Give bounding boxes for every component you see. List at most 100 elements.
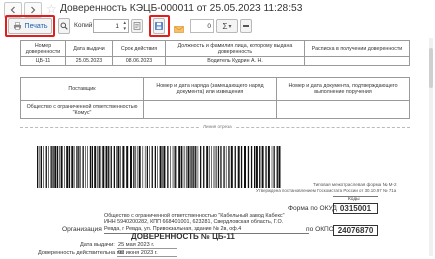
barcode-bar [225,146,227,188]
barcode-bar [91,146,93,188]
barcode-bar [50,146,52,188]
org-line-3: Ревда, г Ревда, ул. Привокзальная, здани… [104,225,242,232]
barcode-bar [173,146,175,188]
barcode-bar [122,146,125,188]
col-valid-until: Срок действия [112,40,166,57]
barcode-bar [68,146,71,188]
barcode-bar [191,146,193,188]
barcode-bar [237,146,240,188]
barcode-bar [267,146,270,188]
mail-icon[interactable] [174,21,184,33]
barcode-bar [113,146,115,188]
sum-button[interactable]: Σ ▾ [216,19,238,33]
barcode-bar [60,146,63,188]
barcode-bar [259,146,261,188]
barcode-bar [89,146,92,188]
barcode-bar [261,146,264,188]
valid-underline [117,256,177,257]
search-button[interactable] [58,18,70,34]
barcode-bar [278,146,281,188]
barcode-bar [190,146,191,188]
cell-confirm-doc [276,100,410,119]
barcode-bar [234,146,236,188]
barcode-bar [162,146,163,188]
document-button[interactable] [131,19,143,33]
barcode-bar [80,146,81,188]
scrollbar-thumb[interactable] [429,48,433,88]
print-highlight [5,15,55,37]
cell-issue-date: 25.05.2023 [65,56,113,66]
barcode-bar [138,146,141,188]
barcode-bar [133,146,135,188]
barcode-bar [40,146,42,188]
barcode-bar [48,146,49,188]
cut-line-label: Линия отреза [201,124,234,129]
barcode-bar [195,146,197,188]
issue-label: Дата выдачи: [80,242,115,248]
barcode-bar [149,146,150,188]
barcode-bar [244,146,246,188]
barcode-bar [193,146,195,188]
star-icon[interactable]: ☆ [46,3,57,15]
barcode-bar [120,146,121,188]
window-title: Доверенность КЭЦБ-000011 от 25.05.2023 1… [60,3,303,14]
barcode-bar [276,146,278,188]
barcode-bar [130,146,132,188]
barcode-bar [255,146,258,188]
receipt-table: Номер доверенности Дата выдачи Срок дейс… [20,40,410,66]
barcode-bar [102,146,105,188]
barcode-bar [71,146,74,188]
cell-valid-until: 08.06.2023 [112,56,166,66]
valid-label: Доверенность действительна по: [38,250,125,256]
number-input[interactable]: 0 [190,19,214,33]
copies-stepper[interactable]: ▲ ▼ [123,20,127,32]
barcode-bar [97,146,98,188]
barcode-bar [87,146,88,188]
barcode-bar [187,146,190,188]
barcode-bar [170,146,171,188]
barcode-bar [59,146,60,188]
form-approval-2: Утверждена постановлением Госкомстата Ро… [256,188,397,193]
barcode-bar [66,146,69,188]
barcode-bar [56,146,59,188]
okud-code: 0315001 [333,203,378,214]
barcode-bar [45,146,47,188]
col-number: Номер доверенности [20,40,66,57]
org-label: Организация [62,226,102,233]
cell-receipt [304,56,410,66]
barcode-bar [98,146,100,188]
copies-input[interactable]: 1 ▲ ▼ [93,19,129,33]
barcode-bar [82,146,84,188]
vertical-scrollbar[interactable] [429,38,433,256]
chevron-down-icon: ▾ [228,23,232,30]
barcode-bar [206,146,209,188]
barcode-bar [136,146,138,188]
barcode-bar [203,146,205,188]
barcode-bar [144,146,146,188]
minus-button[interactable] [240,19,252,33]
barcode-bar [213,146,215,188]
barcode-bar [126,146,129,188]
barcode-bar [78,146,80,188]
col-confirm-doc: Номер и дата документа, подтверждающего … [276,77,410,101]
barcode-bar [135,146,136,188]
barcode-bar [182,146,184,188]
barcode-bar [108,146,110,188]
document-icon [133,22,141,30]
barcode-bar [43,146,44,188]
barcode-bar [146,146,148,188]
cell-recipient: Водитель Кудрин А. Н. [165,56,305,66]
col-order: Номер и дата наряда (замещающего наряд д… [143,77,277,101]
arrow-left-icon [10,6,15,14]
barcode-bar [175,146,177,188]
form-approval: Типовая межотраслевая форма № М-2 [313,182,397,187]
arrow-right-icon [31,6,36,14]
barcode-bar [172,146,174,188]
doc-title: ДОВЕРЕННОСТЬ № ЦБ-11 [131,232,235,241]
barcode-bar [265,146,267,188]
barcode-bar [254,146,256,188]
okpo-label: по ОКПО [306,226,334,233]
barcode-bar [247,146,250,188]
issue-underline [117,248,177,249]
barcode-bar [116,146,117,188]
